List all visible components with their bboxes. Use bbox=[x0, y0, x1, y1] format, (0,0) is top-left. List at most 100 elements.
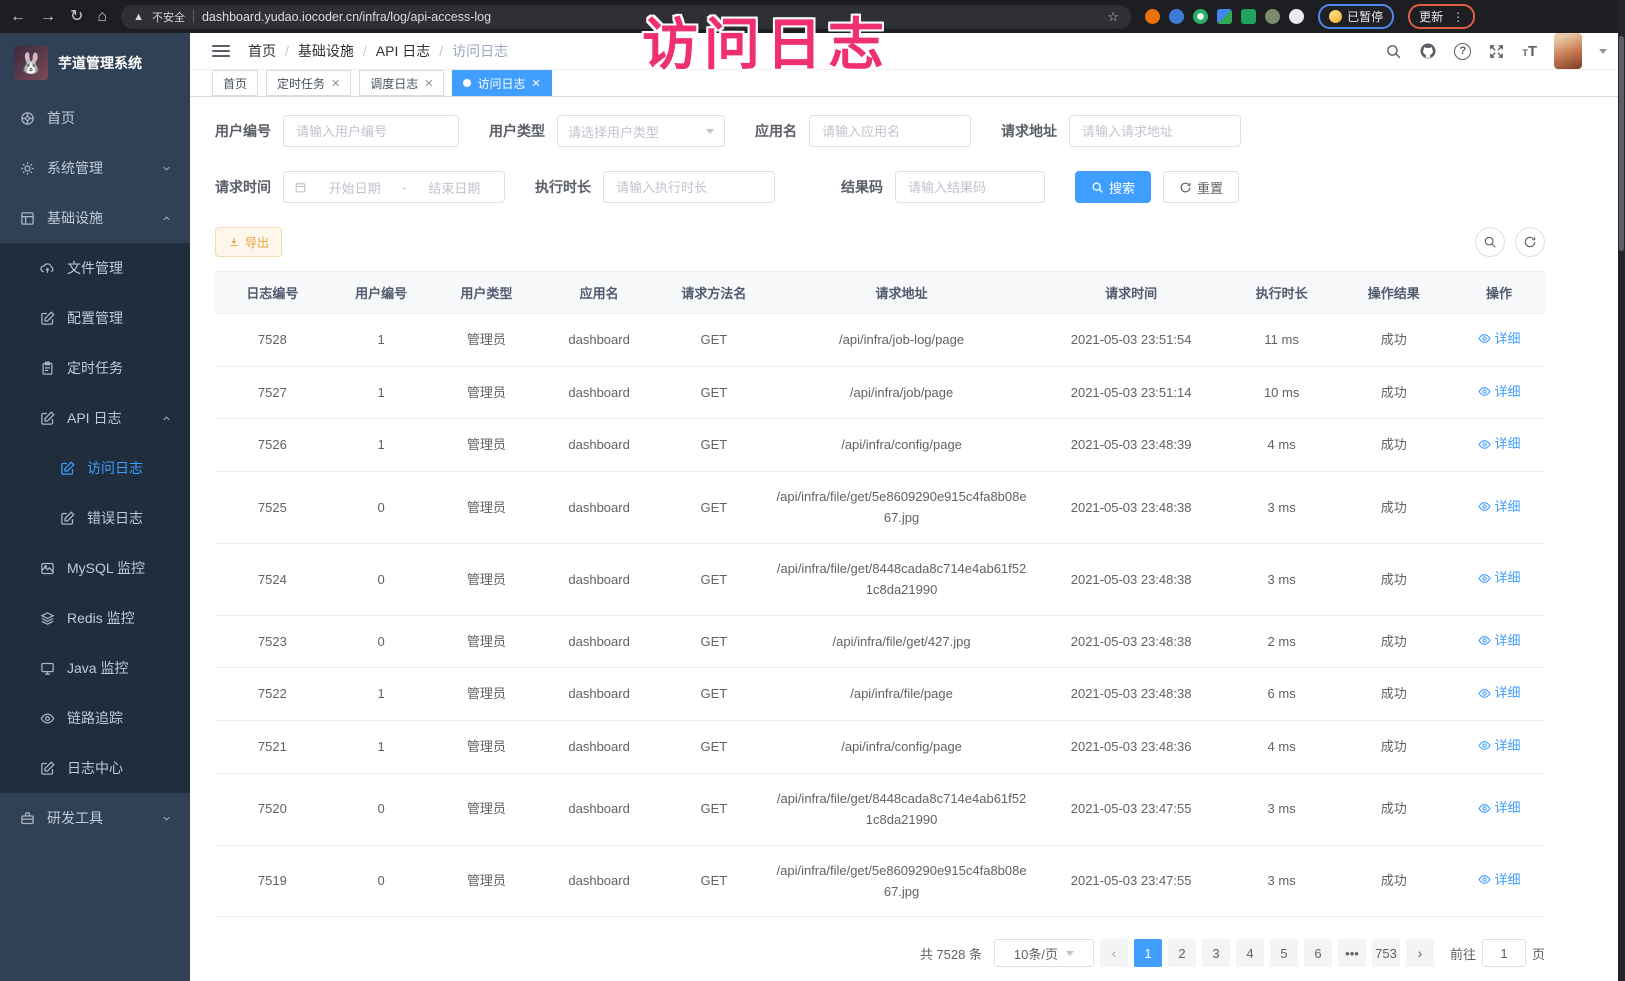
address-bar[interactable]: ▲ 不安全 dashboard.yudao.iocoder.cn/infra/l… bbox=[121, 5, 1131, 29]
refresh-table-button[interactable] bbox=[1515, 227, 1545, 257]
extension-icon[interactable] bbox=[1169, 9, 1184, 24]
tag-schedule-log[interactable]: 调度日志✕ bbox=[359, 70, 444, 96]
tag-access-log[interactable]: 访问日志✕ bbox=[452, 70, 551, 96]
browser-update-button[interactable]: 更新 ⋮ bbox=[1408, 4, 1475, 29]
detail-link[interactable]: 详细 bbox=[1478, 381, 1521, 402]
page-button-2[interactable]: 2 bbox=[1168, 939, 1196, 967]
extension-icon[interactable] bbox=[1289, 9, 1304, 24]
sidebar-item-system[interactable]: 系统管理 bbox=[0, 143, 190, 193]
tag-scheduled-jobs[interactable]: 定时任务✕ bbox=[266, 70, 351, 96]
avatar-dropdown-caret-icon[interactable] bbox=[1599, 49, 1607, 54]
sidebar-item-dev-tools[interactable]: 研发工具 bbox=[0, 793, 190, 843]
extension-icon[interactable] bbox=[1145, 9, 1160, 24]
sidebar-item-home[interactable]: 首页 bbox=[0, 93, 190, 143]
sidebar-item-trace[interactable]: 链路追踪 bbox=[0, 693, 190, 743]
sidebar-item-infra[interactable]: 基础设施 bbox=[0, 193, 190, 243]
browser-reload-icon[interactable]: ↻ bbox=[70, 9, 83, 25]
detail-link[interactable]: 详细 bbox=[1478, 797, 1521, 818]
request-time-range-picker[interactable]: 开始日期 - 结束日期 bbox=[283, 171, 505, 203]
extension-icon[interactable] bbox=[1265, 9, 1280, 24]
app-logo[interactable]: 🐰 芋道管理系统 bbox=[0, 33, 190, 93]
sidebar-item-config-management[interactable]: 配置管理 bbox=[0, 293, 190, 343]
search-button[interactable]: 搜索 bbox=[1075, 171, 1151, 203]
result-code-input[interactable] bbox=[895, 171, 1045, 203]
sidebar-item-log-center[interactable]: 日志中心 bbox=[0, 743, 190, 793]
sidebar-item-mysql-monitor[interactable]: MySQL 监控 bbox=[0, 543, 190, 593]
extension-icon[interactable] bbox=[1217, 9, 1232, 24]
request-time-cell: 2021-05-03 23:48:38 bbox=[1033, 615, 1229, 668]
detail-link[interactable]: 详细 bbox=[1478, 682, 1521, 703]
user-avatar[interactable] bbox=[1554, 33, 1582, 69]
breadcrumb-item[interactable]: 首页 bbox=[248, 41, 276, 61]
font-size-icon[interactable]: TT bbox=[1522, 43, 1537, 60]
app-name-input[interactable] bbox=[809, 115, 971, 147]
user-id-cell: 1 bbox=[330, 419, 433, 472]
goto-page-input[interactable] bbox=[1482, 939, 1526, 967]
duration-cell: 4 ms bbox=[1229, 419, 1334, 472]
sidebar-item-scheduled-jobs[interactable]: 定时任务 bbox=[0, 343, 190, 393]
sidebar-item-api-log[interactable]: API 日志 bbox=[0, 393, 190, 443]
next-page-button[interactable]: › bbox=[1406, 939, 1434, 967]
user-type-select[interactable]: 请选择用户类型 bbox=[557, 115, 725, 147]
page-button-4[interactable]: 4 bbox=[1236, 939, 1264, 967]
prev-page-button[interactable]: ‹ bbox=[1100, 939, 1128, 967]
close-icon[interactable]: ✕ bbox=[331, 77, 340, 90]
column-header: 用户类型 bbox=[432, 272, 540, 314]
close-icon[interactable]: ✕ bbox=[424, 77, 433, 90]
page-button-•••[interactable]: ••• bbox=[1338, 939, 1366, 967]
request-url-cell: /api/infra/config/page bbox=[770, 721, 1033, 774]
user-id-input[interactable] bbox=[283, 115, 459, 147]
request-url-label: 请求地址 bbox=[1001, 121, 1057, 141]
detail-link[interactable]: 详细 bbox=[1478, 630, 1521, 651]
reset-button[interactable]: 重置 bbox=[1163, 171, 1239, 203]
sidebar-item-file-management[interactable]: 文件管理 bbox=[0, 243, 190, 293]
toggle-search-button[interactable] bbox=[1475, 227, 1505, 257]
profile-paused-badge[interactable]: 已暂停 bbox=[1318, 4, 1394, 29]
detail-link[interactable]: 详细 bbox=[1478, 433, 1521, 454]
github-icon[interactable] bbox=[1419, 42, 1437, 60]
method-cell: GET bbox=[658, 543, 770, 615]
request-time-cell: 2021-05-03 23:48:39 bbox=[1033, 419, 1229, 472]
chevron-down-icon bbox=[706, 129, 714, 134]
page-button-6[interactable]: 6 bbox=[1304, 939, 1332, 967]
detail-link[interactable]: 详细 bbox=[1478, 869, 1521, 890]
column-header: 请求地址 bbox=[770, 272, 1033, 314]
export-button[interactable]: 导出 bbox=[215, 227, 282, 257]
sidebar-item-java-monitor[interactable]: Java 监控 bbox=[0, 643, 190, 693]
docs-help-icon[interactable]: ? bbox=[1454, 43, 1471, 60]
page-size-select[interactable]: 10条/页 bbox=[994, 939, 1094, 967]
table-body: 7528 1 管理员 dashboard GET /api/infra/job-… bbox=[215, 314, 1545, 917]
duration-input[interactable] bbox=[603, 171, 775, 203]
breadcrumb-item[interactable]: 基础设施 bbox=[298, 41, 354, 61]
page-button-3[interactable]: 3 bbox=[1202, 939, 1230, 967]
extension-icon[interactable] bbox=[1241, 9, 1256, 24]
fullscreen-icon[interactable] bbox=[1488, 43, 1505, 60]
sidebar-toggle-icon[interactable] bbox=[212, 45, 230, 57]
tag-home[interactable]: 首页 bbox=[212, 70, 258, 96]
bookmark-star-icon[interactable]: ☆ bbox=[1107, 9, 1119, 25]
page-button-753[interactable]: 753 bbox=[1372, 939, 1400, 967]
browser-forward-icon[interactable]: → bbox=[40, 9, 56, 25]
detail-link[interactable]: 详细 bbox=[1478, 567, 1521, 588]
detail-link[interactable]: 详细 bbox=[1478, 328, 1521, 349]
browser-menu-icon[interactable]: ⋮ bbox=[1452, 10, 1464, 24]
close-icon[interactable]: ✕ bbox=[532, 77, 541, 90]
request-url-input[interactable] bbox=[1069, 115, 1241, 147]
sidebar-item-access-log[interactable]: 访问日志 bbox=[0, 443, 190, 493]
page-button-1[interactable]: 1 bbox=[1134, 939, 1162, 967]
sidebar-item-redis-monitor[interactable]: Redis 监控 bbox=[0, 593, 190, 643]
detail-link[interactable]: 详细 bbox=[1478, 735, 1521, 756]
detail-link[interactable]: 详细 bbox=[1478, 496, 1521, 517]
scrollbar-thumb[interactable] bbox=[1619, 36, 1624, 251]
page-button-5[interactable]: 5 bbox=[1270, 939, 1298, 967]
eye-icon bbox=[1478, 385, 1491, 398]
browser-home-icon[interactable]: ⌂ bbox=[97, 9, 107, 25]
browser-back-icon[interactable]: ← bbox=[10, 9, 26, 25]
edit-log-icon bbox=[60, 511, 75, 526]
window-scrollbar[interactable] bbox=[1618, 0, 1625, 981]
sidebar-item-error-log[interactable]: 错误日志 bbox=[0, 493, 190, 543]
extension-icon[interactable] bbox=[1193, 9, 1208, 24]
header-search-icon[interactable] bbox=[1385, 43, 1402, 60]
breadcrumb-item[interactable]: API 日志 bbox=[376, 41, 430, 61]
request-time-cell: 2021-05-03 23:48:38 bbox=[1033, 471, 1229, 543]
